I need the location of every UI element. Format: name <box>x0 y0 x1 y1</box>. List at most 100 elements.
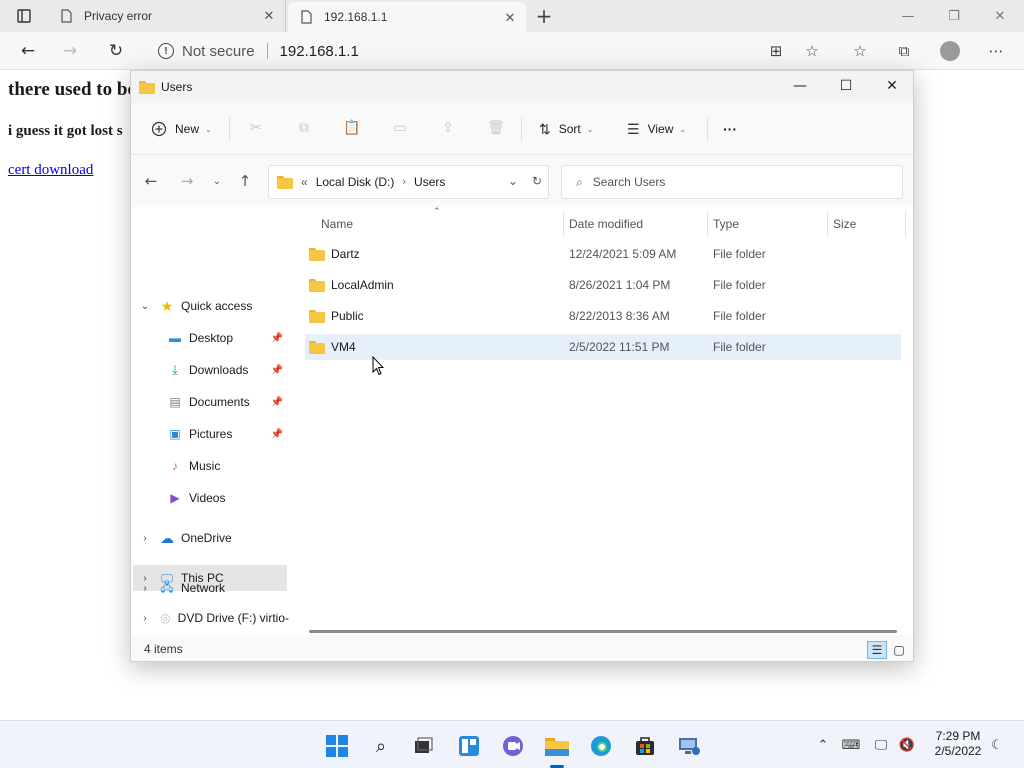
explorer-title-bar[interactable]: Users — ☐ ✕ <box>131 71 913 103</box>
pin-icon[interactable]: 📌 <box>271 333 283 344</box>
tab-192-168-1-1[interactable]: 192.168.1.1 ✕ <box>288 2 526 32</box>
collections-icon[interactable]: ⧉ <box>894 41 914 61</box>
breadcrumb-overflow[interactable]: « <box>301 175 308 189</box>
chevron-right-icon[interactable]: › <box>139 612 151 624</box>
favorites-icon[interactable]: ☆ <box>850 41 870 61</box>
store-icon[interactable] <box>632 733 658 759</box>
refresh-icon[interactable]: ↻ <box>532 174 542 188</box>
sidebar-item-onedrive[interactable]: › ☁ OneDrive <box>131 525 287 551</box>
sidebar-item-label: Documents <box>189 395 250 409</box>
rename-icon[interactable]: ▭ <box>391 119 409 137</box>
column-divider <box>707 211 708 237</box>
network-status-icon[interactable]: 🖵 <box>872 735 890 755</box>
start-button[interactable] <box>324 733 350 759</box>
file-date: 8/22/2013 8:36 AM <box>569 309 670 323</box>
browser-minimize-button[interactable]: — <box>898 6 918 26</box>
breadcrumb-users[interactable]: Users <box>414 175 445 189</box>
sidebar-item-documents[interactable]: ▤ Documents 📌 <box>167 389 287 415</box>
sidebar-item-pictures[interactable]: ▣ Pictures 📌 <box>167 421 287 447</box>
horizontal-scrollbar[interactable] <box>309 630 897 633</box>
url-text[interactable]: 192.168.1.1 <box>280 43 359 60</box>
table-row[interactable]: VM4 2/5/2022 11:51 PM File folder <box>305 334 901 360</box>
up-button[interactable]: ↑ <box>235 171 255 191</box>
minimize-button[interactable]: — <box>777 71 823 101</box>
add-favorite-icon[interactable]: ☆ <box>802 41 822 61</box>
close-tab-icon[interactable]: ✕ <box>502 10 518 26</box>
url-box[interactable]: ! Not secure 192.168.1.1 <box>144 36 834 66</box>
search-icon[interactable]: ⌕ <box>368 733 394 759</box>
chevron-right-icon[interactable]: › <box>139 532 151 544</box>
cut-icon[interactable]: ✂ <box>247 119 265 137</box>
page-icon <box>298 9 314 25</box>
share-icon[interactable]: ⇪ <box>439 119 457 137</box>
file-type: File folder <box>713 247 766 261</box>
table-row[interactable]: Dartz 12/24/2021 5:09 AM File folder <box>305 241 901 267</box>
tab-actions-button[interactable] <box>8 6 40 26</box>
column-header-size[interactable]: Size <box>833 211 856 237</box>
close-tab-icon[interactable]: ✕ <box>261 8 277 24</box>
forward-button[interactable]: → <box>177 171 197 191</box>
divider <box>521 117 522 141</box>
show-hidden-icons-icon[interactable]: ⌃ <box>814 735 832 755</box>
sidebar-item-quick-access[interactable]: ⌄ ★ Quick access <box>131 293 287 319</box>
keyboard-icon[interactable]: ⌨ <box>842 735 861 755</box>
thumbnail-view-button[interactable]: ▢ <box>889 641 909 659</box>
paste-icon[interactable]: 📋 <box>343 119 361 137</box>
file-explorer-icon[interactable] <box>544 733 570 759</box>
back-button[interactable]: ← <box>141 171 161 191</box>
browser-close-button[interactable]: ✕ <box>990 6 1010 26</box>
table-row[interactable]: LocalAdmin 8/26/2021 1:04 PM File folder <box>305 272 901 298</box>
new-tab-button[interactable]: + <box>534 4 554 28</box>
clock[interactable]: 7:29 PM 2/5/2022 <box>928 729 988 759</box>
view-button[interactable]: ☰ View ⌄ <box>627 117 686 141</box>
search-box[interactable]: ⌕ Search Users <box>561 165 903 199</box>
details-view-button[interactable]: ☰ <box>867 641 887 659</box>
task-view-icon[interactable] <box>410 733 436 759</box>
table-row[interactable]: Public 8/22/2013 8:36 AM File folder <box>305 303 901 329</box>
forward-button[interactable]: → <box>60 41 80 61</box>
chevron-down-icon[interactable]: ⌄ <box>139 300 151 312</box>
remote-desktop-icon[interactable] <box>676 733 702 759</box>
maximize-button[interactable]: ☐ <box>823 71 869 101</box>
sidebar-item-dvd-drive[interactable]: › ◎ DVD Drive (F:) virtio- <box>131 605 289 631</box>
back-button[interactable]: ← <box>18 41 38 61</box>
more-button[interactable]: ··· <box>723 117 737 141</box>
pin-icon[interactable]: 📌 <box>271 365 283 376</box>
widgets-icon[interactable] <box>456 733 482 759</box>
close-button[interactable]: ✕ <box>869 71 913 101</box>
breadcrumb[interactable]: « Local Disk (D:) › Users ⌄ ↻ <box>268 165 549 199</box>
delete-icon[interactable]: 🗑 <box>487 119 505 137</box>
column-header-type[interactable]: Type <box>713 211 739 237</box>
column-header-date[interactable]: Date modified <box>569 211 643 237</box>
profile-avatar[interactable] <box>940 41 960 61</box>
refresh-button[interactable]: ↻ <box>106 41 126 61</box>
recent-locations-button[interactable]: ⌄ <box>207 171 227 191</box>
sidebar-item-videos[interactable]: ▶ Videos <box>167 485 287 511</box>
sort-button[interactable]: ⇅ Sort ⌄ <box>539 117 593 141</box>
cert-download-link[interactable]: cert download <box>8 162 93 179</box>
sidebar-item-music[interactable]: ♪ Music <box>167 453 287 479</box>
pin-icon[interactable]: 📌 <box>271 397 283 408</box>
clock-time: 7:29 PM <box>935 729 981 743</box>
more-options-icon[interactable]: ⋯ <box>986 41 1006 61</box>
address-dropdown-icon[interactable]: ⌄ <box>508 174 518 188</box>
tab-actions-icon <box>17 9 31 23</box>
tab-privacy-error[interactable]: Privacy error ✕ <box>48 0 286 32</box>
sidebar-item-desktop[interactable]: ▬ Desktop 📌 <box>167 325 287 351</box>
copy-icon[interactable]: ⧉ <box>295 119 313 137</box>
chat-icon[interactable] <box>500 733 526 759</box>
notifications-icon[interactable]: ☾ <box>988 735 1006 755</box>
sidebar-item-downloads[interactable]: ⤓ Downloads 📌 <box>167 357 287 383</box>
sidebar-item-network[interactable]: › 🖧 Network <box>131 575 287 601</box>
view-icon: ☰ <box>627 120 640 137</box>
apps-icon[interactable]: ⊞ <box>766 41 786 61</box>
volume-muted-icon[interactable]: 🔇 <box>898 735 916 755</box>
chevron-right-icon: › <box>402 176 407 188</box>
browser-restore-button[interactable]: ❐ <box>944 6 964 26</box>
column-header-name[interactable]: Name <box>321 211 353 237</box>
new-button[interactable]: New ⌄ <box>151 117 212 141</box>
edge-icon[interactable] <box>588 733 614 759</box>
chevron-right-icon[interactable]: › <box>139 582 151 594</box>
pin-icon[interactable]: 📌 <box>271 429 283 440</box>
breadcrumb-local-disk[interactable]: Local Disk (D:) <box>316 175 395 189</box>
